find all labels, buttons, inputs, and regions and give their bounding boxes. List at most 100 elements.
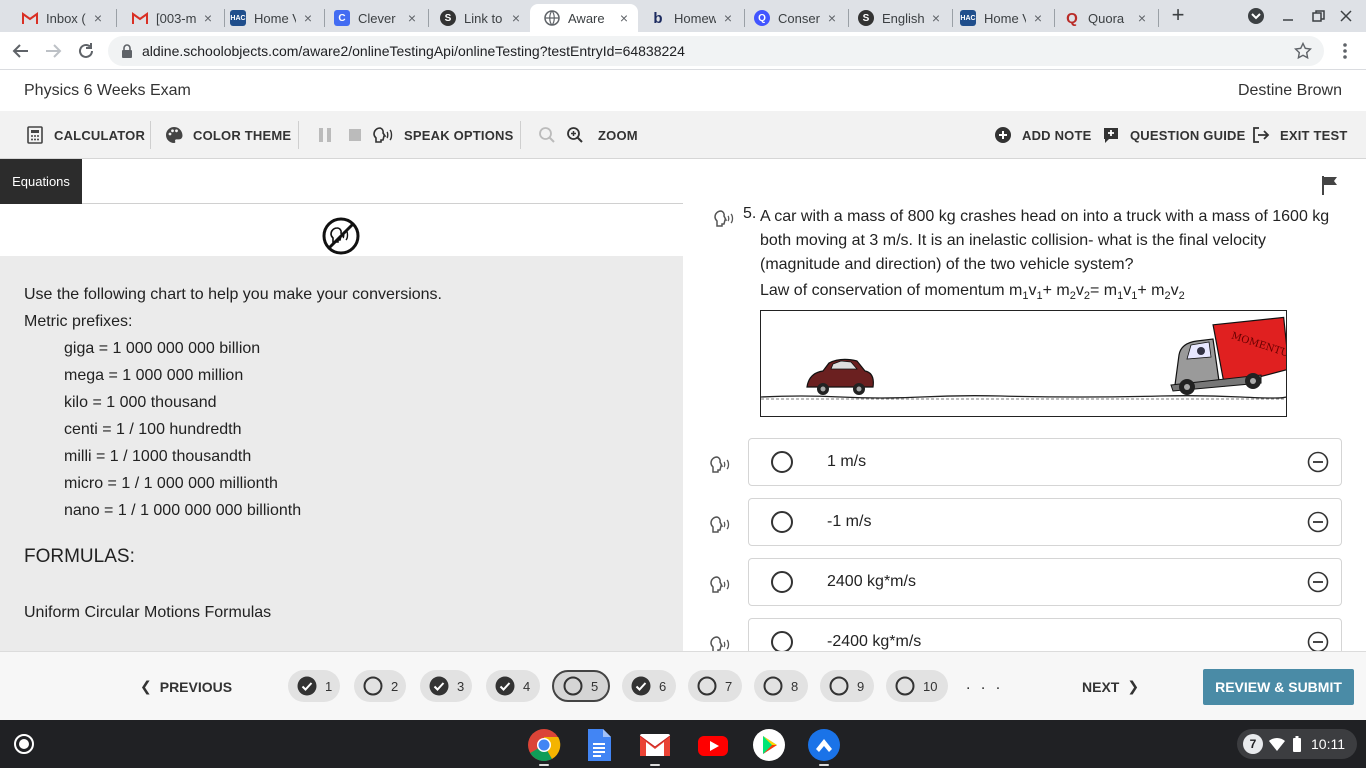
- speak-option-icon[interactable]: [709, 455, 735, 475]
- next-button[interactable]: NEXT ❯: [1082, 652, 1147, 721]
- browser-tab-active[interactable]: Aware ×: [530, 4, 638, 32]
- zoom-out-button[interactable]: [538, 111, 556, 159]
- close-icon[interactable]: ×: [1030, 10, 1046, 26]
- youtube-icon[interactable]: [696, 728, 730, 762]
- notification-count[interactable]: 7: [1243, 734, 1263, 754]
- close-icon[interactable]: ×: [928, 10, 944, 26]
- reload-icon[interactable]: [75, 40, 97, 62]
- close-icon[interactable]: ×: [300, 10, 316, 26]
- question-pill-1[interactable]: 1: [288, 670, 340, 702]
- speak-option-icon[interactable]: [709, 515, 735, 535]
- chrome-icon[interactable]: [527, 728, 561, 762]
- close-icon[interactable]: ×: [200, 10, 216, 26]
- car-illustration: [806, 358, 874, 395]
- pause-button[interactable]: [316, 111, 334, 159]
- eliminate-option-icon[interactable]: [1307, 451, 1329, 473]
- gmail-icon[interactable]: [638, 728, 672, 762]
- minimize-icon[interactable]: [1278, 6, 1298, 26]
- exit-test-button[interactable]: EXIT TEST: [1252, 111, 1348, 159]
- tab-equations[interactable]: Equations: [0, 159, 82, 204]
- question-pill-9[interactable]: 9: [820, 670, 874, 702]
- close-icon[interactable]: ×: [404, 10, 420, 26]
- speech-disabled-icon[interactable]: [322, 217, 360, 255]
- question-pill-7[interactable]: 7: [688, 670, 742, 702]
- files-icon[interactable]: [807, 728, 841, 762]
- radio-button[interactable]: [771, 451, 793, 473]
- speak-option-icon[interactable]: [709, 575, 735, 595]
- browser-tab[interactable]: S English ×: [844, 4, 950, 32]
- chevron-right-icon: ❯: [1127, 678, 1140, 694]
- previous-button[interactable]: ❮ PREVIOUS: [132, 652, 232, 721]
- question-pill-4[interactable]: 4: [486, 670, 540, 702]
- radio-button[interactable]: [771, 571, 793, 593]
- tab-search-icon[interactable]: [1246, 6, 1266, 26]
- flag-icon[interactable]: [1321, 175, 1339, 195]
- more-questions-ellipsis[interactable]: . . .: [966, 676, 1003, 694]
- zoom-button[interactable]: ZOOM: [566, 111, 638, 159]
- browser-tab-label: Aware: [568, 10, 605, 26]
- add-note-button[interactable]: ADD NOTE: [994, 111, 1092, 159]
- launcher-icon[interactable]: [14, 734, 34, 754]
- answer-option[interactable]: 2400 kg*m/s: [748, 558, 1342, 606]
- metric-prefix-item: micro = 1 / 1 000 000 millionth: [64, 475, 278, 492]
- calculator-button[interactable]: CALCULATOR: [26, 111, 145, 159]
- play-store-icon[interactable]: [752, 728, 786, 762]
- speak-options-button[interactable]: SPEAK OPTIONS: [372, 111, 514, 159]
- browser-tab[interactable]: [003-m ×: [118, 4, 222, 32]
- metric-prefixes-heading: Metric prefixes:: [24, 313, 133, 330]
- eliminate-option-icon[interactable]: [1307, 631, 1329, 651]
- stop-button[interactable]: [346, 111, 364, 159]
- eliminate-option-icon[interactable]: [1307, 571, 1329, 593]
- speak-question-icon[interactable]: [713, 209, 739, 229]
- restore-icon[interactable]: [1308, 6, 1328, 26]
- forward-arrow-icon[interactable]: [42, 40, 64, 62]
- browser-tab[interactable]: S Link to ×: [426, 4, 530, 32]
- question-pill-3[interactable]: 3: [420, 670, 472, 702]
- browser-tab[interactable]: Inbox ( ×: [8, 4, 112, 32]
- review-submit-button[interactable]: REVIEW & SUBMIT: [1203, 669, 1354, 705]
- palette-icon: [165, 126, 183, 144]
- color-theme-button[interactable]: COLOR THEME: [165, 111, 291, 159]
- radio-button[interactable]: [771, 631, 793, 651]
- question-pill-2[interactable]: 2: [354, 670, 406, 702]
- question-pill-8[interactable]: 8: [754, 670, 808, 702]
- close-icon[interactable]: ×: [508, 10, 524, 26]
- browser-tab[interactable]: Q Quora ×: [1050, 4, 1156, 32]
- address-bar[interactable]: aldine.schoolobjects.com/aware2/onlineTe…: [108, 36, 1324, 66]
- answer-option[interactable]: -2400 kg*m/s: [748, 618, 1342, 651]
- question-pill-6[interactable]: 6: [622, 670, 676, 702]
- browser-tab[interactable]: HAC Home V ×: [216, 4, 322, 32]
- bookmark-star-icon[interactable]: [1294, 42, 1312, 60]
- close-icon[interactable]: ×: [616, 10, 632, 26]
- system-tray[interactable]: 7 10:11: [1237, 729, 1357, 759]
- lock-icon: [120, 44, 134, 58]
- new-tab-button[interactable]: +: [1166, 4, 1190, 28]
- speak-icon: [372, 126, 394, 144]
- close-icon[interactable]: ×: [1134, 10, 1150, 26]
- eliminate-option-icon[interactable]: [1307, 511, 1329, 533]
- back-arrow-icon[interactable]: [10, 40, 32, 62]
- close-icon[interactable]: ×: [90, 10, 106, 26]
- close-icon[interactable]: ×: [720, 10, 736, 26]
- question-pill-10[interactable]: 10: [886, 670, 948, 702]
- clock-time: 10:11: [1311, 736, 1345, 752]
- browser-tab[interactable]: Q Conser ×: [740, 4, 846, 32]
- hac-icon: HAC: [960, 10, 976, 26]
- browser-tab[interactable]: HAC Home V ×: [946, 4, 1052, 32]
- radio-button[interactable]: [771, 511, 793, 533]
- browser-tab[interactable]: C Clever | ×: [320, 4, 426, 32]
- answer-option[interactable]: 1 m/s: [748, 438, 1342, 486]
- docs-icon[interactable]: [586, 728, 612, 762]
- question-guide-button[interactable]: QUESTION GUIDE: [1102, 111, 1245, 159]
- close-window-icon[interactable]: [1336, 6, 1356, 26]
- metric-prefix-item: mega = 1 000 000 million: [64, 367, 244, 384]
- question-pill-5-current[interactable]: 5: [552, 670, 610, 702]
- close-icon[interactable]: ×: [824, 10, 840, 26]
- browser-tab[interactable]: b Homew ×: [636, 4, 742, 32]
- metric-prefix-item: kilo = 1 000 thousand: [64, 394, 217, 411]
- speak-option-icon[interactable]: [709, 635, 735, 651]
- color-theme-label: COLOR THEME: [193, 127, 292, 143]
- answer-option[interactable]: -1 m/s: [748, 498, 1342, 546]
- chrome-menu-icon[interactable]: [1336, 41, 1354, 61]
- question-panel: 5. A car with a mass of 800 kg crashes h…: [683, 159, 1366, 651]
